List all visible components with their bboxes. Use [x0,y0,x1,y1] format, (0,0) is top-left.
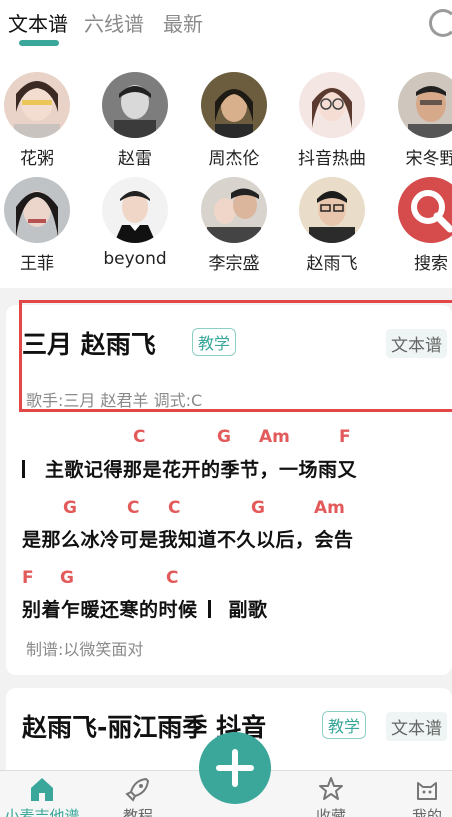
artist-avatar [299,177,365,243]
search-artist-button[interactable]: 搜索 [386,177,452,274]
lyric-line: 别着乍暖还寒的时候 副歌 [22,595,268,622]
tab-guitar-tab[interactable]: 六线谱 [84,8,144,37]
artist-name: 赵雷 [118,149,152,169]
chord-label: C [127,498,140,518]
artist-avatar [4,177,70,243]
chord-label: G [217,427,231,447]
chord-label: F [339,427,351,447]
bar-line [22,460,25,478]
lyric-text: 别着乍暖还寒的时候 [22,599,198,621]
refresh-icon[interactable] [429,9,452,37]
tab-latest[interactable]: 最新 [163,8,203,37]
score-maker: 制谱:以微笑面对 [26,640,144,659]
chord-label: G [63,498,77,518]
chord-label: C [168,498,181,518]
song-title: 三月 赵雨飞 [22,330,156,359]
artist-item[interactable]: 赵雷 [90,72,180,169]
artist-grid: 花粥 赵雷 周杰伦 抖音热曲 宋冬野 王菲 beyond 李宗盛 赵雨飞 搜索 [0,60,452,288]
teaching-tag: 教学 [192,328,237,356]
artist-name: 搜索 [414,254,448,274]
lyric-line: 是那么冰冷可是我知道不久以后，会告 [22,529,354,551]
nav-label: 教程 [122,807,153,817]
home-icon [28,775,56,803]
score-type-tag: 文本谱 [386,712,447,741]
chord-label: G [60,568,74,588]
artist-item[interactable]: 抖音热曲 [287,72,377,169]
search-icon [398,177,452,243]
lyric-line: 主歌记得那是花开的季节，一场雨又 [16,455,357,482]
artist-avatar [102,177,168,243]
nav-home[interactable]: 小麦吉他谱 [2,775,82,817]
artist-name: 花粥 [20,149,54,169]
artist-avatar [201,177,267,243]
artist-item[interactable]: 李宗盛 [189,177,279,274]
chord-label: Am [314,498,345,518]
artist-item[interactable]: 王菲 [0,177,82,274]
score-type-tag: 文本谱 [386,329,447,358]
artist-name: 抖音热曲 [298,149,366,169]
artist-avatar [4,72,70,138]
artist-avatar [299,72,365,138]
tab-text-score[interactable]: 文本谱 [8,8,68,37]
lyric-text: 副歌 [228,599,268,621]
chord-label: G [251,498,265,518]
lyric-text: 主歌记得那是花开的季节，一场雨又 [45,459,358,481]
artist-avatar [398,72,452,138]
artist-item[interactable]: 赵雨飞 [287,177,377,274]
nav-tutorial[interactable]: 教程 [98,775,178,817]
artist-avatar [102,72,168,138]
artist-item[interactable]: beyond [90,177,180,269]
chord-label: F [22,568,34,588]
rocket-icon [124,775,152,803]
star-icon [317,775,345,803]
chord-label: C [166,568,179,588]
teaching-tag: 教学 [322,711,367,739]
artist-name: 李宗盛 [208,254,260,274]
add-button[interactable] [199,732,271,804]
nav-profile[interactable]: 我的 [387,775,452,817]
artist-name: 王菲 [20,254,54,274]
chord-label: C [133,427,146,447]
artist-name: 赵雨飞 [306,254,358,274]
artist-item[interactable]: 周杰伦 [189,72,279,169]
nav-label: 小麦吉他谱 [4,807,80,817]
artist-name: beyond [103,249,167,269]
bar-line [207,600,211,618]
app-screen: 文本谱 六线谱 最新 花粥 赵雷 周杰伦 抖音热曲 宋冬野 王菲 beyond … [0,0,452,817]
artist-item[interactable]: 宋冬野 [386,72,452,169]
artist-avatar [201,72,267,138]
artist-name: 周杰伦 [208,149,260,169]
cat-icon [413,775,441,803]
artist-item[interactable]: 花粥 [0,72,82,169]
nav-favorites[interactable]: 收藏 [291,775,371,817]
chord-label: Am [259,427,290,447]
artist-name: 宋冬野 [405,149,452,169]
active-tab-indicator [19,40,59,46]
top-tab-bar: 文本谱 六线谱 最新 [0,0,452,60]
nav-label: 收藏 [315,807,346,817]
singer-key-info: 歌手:三月 赵君羊 调式:C [26,391,203,410]
song-card[interactable]: 三月 赵雨飞 教学 文本谱 歌手:三月 赵君羊 调式:C C G Am F 主歌… [6,305,452,675]
nav-label: 我的 [411,807,442,817]
